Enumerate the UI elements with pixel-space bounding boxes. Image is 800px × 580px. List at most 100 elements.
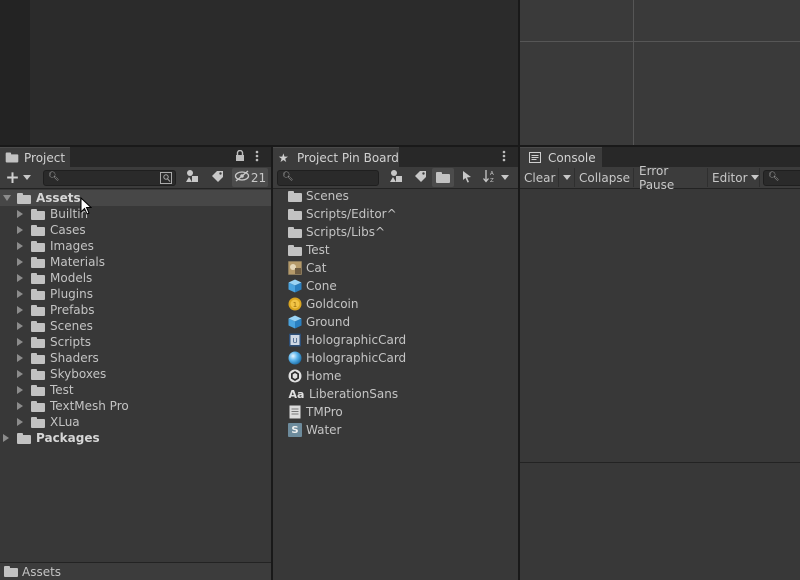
pin-item-label: Cat <box>306 261 327 275</box>
expand-arrow-right-icon[interactable] <box>17 418 23 426</box>
expand-arrow-right-icon[interactable] <box>17 226 23 234</box>
pin-item-label: LiberationSans <box>309 387 399 401</box>
tree-item[interactable]: Scripts <box>0 334 271 350</box>
tab-project-pin-board[interactable]: ★ Project Pin Board <box>273 147 399 167</box>
pinboard-panel: ★ Project Pin Board 🔍︎ A Z Scenes Script… <box>273 147 518 580</box>
pin-item[interactable]: TMPro <box>288 403 343 421</box>
pin-item[interactable]: Scenes <box>288 187 349 205</box>
tree-item[interactable]: Scenes <box>0 318 271 334</box>
search-input[interactable]: 🔍︎ <box>277 170 379 186</box>
pin-item[interactable]: Scripts/Editor^ <box>288 205 397 223</box>
add-dropdown-button[interactable]: + <box>3 168 33 188</box>
pin-item[interactable]: Aa LiberationSans <box>288 385 399 403</box>
pin-item[interactable]: Scripts/Libs^ <box>288 223 385 241</box>
select-pointer-button[interactable] <box>457 168 477 187</box>
folder-icon <box>31 384 45 396</box>
expand-arrow-right-icon[interactable] <box>17 354 23 362</box>
expand-arrow-right-icon[interactable] <box>17 322 23 330</box>
search-by-type-icon[interactable] <box>160 172 172 187</box>
pin-item[interactable]: S Water <box>288 421 341 439</box>
clear-button[interactable]: Clear <box>521 168 559 187</box>
tree-item-label: Prefabs <box>50 303 95 317</box>
tab-project[interactable]: Project <box>0 147 70 167</box>
pin-item[interactable]: 1 Goldcoin <box>288 295 358 313</box>
expand-arrow-right-icon[interactable] <box>17 402 23 410</box>
tree-item[interactable]: XLua <box>0 414 271 430</box>
folder-icon <box>288 225 302 239</box>
tag-icon <box>211 170 224 186</box>
console-search-input[interactable]: 🔍︎ <box>763 170 800 186</box>
expand-arrow-right-icon[interactable] <box>17 242 23 250</box>
pin-item[interactable]: Ground <box>288 313 350 331</box>
pin-item[interactable]: HolographicCard <box>288 349 406 367</box>
pin-item[interactable]: Cat <box>288 259 326 277</box>
show-folders-toggle[interactable] <box>432 168 454 187</box>
lock-icon[interactable] <box>235 149 245 164</box>
editor-dropdown[interactable]: Editor <box>709 168 760 187</box>
hidden-packages-toggle[interactable]: 21 <box>232 168 268 187</box>
expand-arrow-down-icon[interactable] <box>3 195 11 201</box>
filter-by-type-button[interactable] <box>385 168 407 187</box>
chevron-down-icon <box>562 175 571 180</box>
pin-item[interactable]: Home <box>288 367 341 385</box>
svg-text:1: 1 <box>293 301 297 309</box>
filter-by-label-button[interactable] <box>206 168 228 187</box>
tree-item[interactable]: Plugins <box>0 286 271 302</box>
tree-item-label: Models <box>50 271 93 285</box>
collapse-label: Collapse <box>579 170 630 185</box>
expand-arrow-right-icon[interactable] <box>17 338 23 346</box>
pin-item-label: Goldcoin <box>306 297 359 311</box>
error-pause-label: Error Pause <box>639 163 675 192</box>
tree-item-label: Scripts <box>50 335 92 349</box>
expand-arrow-right-icon[interactable] <box>17 274 23 282</box>
folder-icon <box>31 336 45 348</box>
collapse-toggle[interactable]: Collapse <box>576 168 634 187</box>
text-document-icon <box>288 405 302 419</box>
error-pause-toggle[interactable]: Error Pause <box>636 164 708 192</box>
tree-item[interactable]: Materials <box>0 254 271 270</box>
editor-label: Editor <box>712 170 748 185</box>
pin-item-label: Scripts/Libs^ <box>306 225 386 239</box>
tab-console[interactable]: Console <box>520 147 602 167</box>
tree-item[interactable]: Cases <box>0 222 271 238</box>
pin-item-label: HolographicCard <box>306 351 407 365</box>
tree-item[interactable]: Models <box>0 270 271 286</box>
kebab-menu-icon[interactable] <box>502 150 506 165</box>
game-view[interactable] <box>520 0 800 145</box>
scene-view[interactable] <box>30 0 518 145</box>
prefab-cube-icon <box>288 315 302 329</box>
tree-item-label: Shaders <box>50 351 99 365</box>
tree-item[interactable]: Images <box>0 238 271 254</box>
expand-arrow-right-icon[interactable] <box>17 386 23 394</box>
sort-dropdown-button[interactable]: AZ <box>479 168 513 187</box>
hidden-count: 21 <box>250 170 267 185</box>
expand-arrow-right-icon[interactable] <box>17 210 23 218</box>
expand-arrow-right-icon[interactable] <box>17 370 23 378</box>
tree-item[interactable]: Skyboxes <box>0 366 271 382</box>
pin-item[interactable]: Cone <box>288 277 337 295</box>
tree-item[interactable]: Builtin <box>0 206 271 222</box>
expand-arrow-right-icon[interactable] <box>17 290 23 298</box>
filter-by-type-button[interactable] <box>181 168 203 187</box>
tree-item[interactable]: Shaders <box>0 350 271 366</box>
pin-item[interactable]: Test <box>288 241 330 259</box>
console-log-list[interactable] <box>520 189 800 462</box>
kebab-menu-icon[interactable] <box>255 150 259 165</box>
texture-icon <box>288 261 302 275</box>
filter-by-label-button[interactable] <box>409 168 431 187</box>
tree-item[interactable]: Test <box>0 382 271 398</box>
expand-arrow-right-icon[interactable] <box>3 434 9 442</box>
tree-item[interactable]: Assets <box>0 190 271 206</box>
project-toolbar: + 🔍︎ 21 <box>0 167 271 189</box>
tree-item-label: Packages <box>36 431 100 445</box>
expand-arrow-right-icon[interactable] <box>17 306 23 314</box>
expand-arrow-right-icon[interactable] <box>17 258 23 266</box>
tree-item-label: Images <box>50 239 94 253</box>
clear-options-dropdown[interactable] <box>559 168 575 187</box>
svg-text:U: U <box>292 337 297 345</box>
tree-item[interactable]: Packages <box>0 430 271 446</box>
tree-item[interactable]: Prefabs <box>0 302 271 318</box>
pin-item[interactable]: U HolographicCard <box>288 331 406 349</box>
search-input[interactable]: 🔍︎ <box>43 170 176 186</box>
tree-item[interactable]: TextMesh Pro <box>0 398 271 414</box>
